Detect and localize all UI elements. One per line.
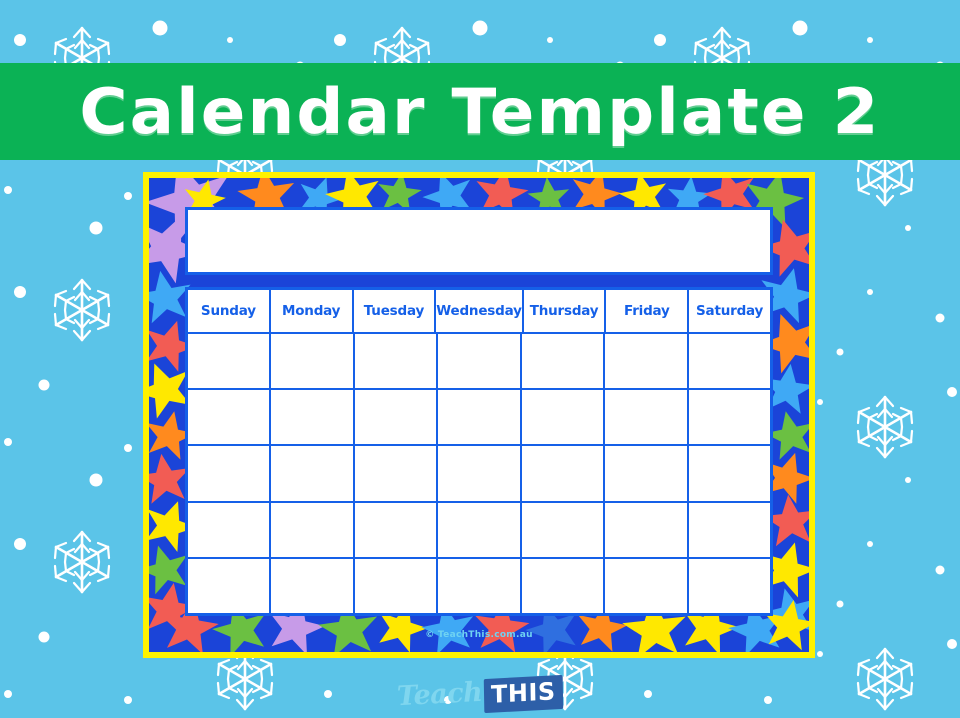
day-cell[interactable] [354, 558, 439, 614]
week-row [188, 334, 770, 391]
day-header-wednesday: Wednesday [436, 290, 524, 332]
day-header-label: Saturday [696, 303, 764, 319]
day-header-label: Monday [282, 303, 341, 319]
day-cell[interactable] [188, 334, 272, 389]
week-row [188, 558, 770, 614]
day-cell[interactable] [354, 446, 439, 501]
day-cell[interactable] [521, 390, 606, 445]
day-cell[interactable] [188, 558, 272, 614]
day-cell[interactable] [354, 502, 439, 557]
day-cell[interactable] [605, 390, 689, 445]
day-header-thursday: Thursday [523, 290, 607, 332]
day-cell[interactable] [271, 558, 355, 614]
day-cell[interactable] [438, 334, 522, 389]
calendar-star-border: Sunday Monday Tuesday Wednesday Thursday [149, 178, 809, 652]
title-gap-strip [185, 275, 773, 287]
day-cell[interactable] [688, 334, 770, 389]
day-cell[interactable] [438, 390, 522, 445]
day-header-label: Thursday [529, 303, 599, 319]
day-cell[interactable] [354, 390, 439, 445]
day-cell[interactable] [438, 558, 522, 614]
day-cell[interactable] [605, 558, 689, 614]
week-row [188, 390, 770, 447]
day-cell[interactable] [438, 446, 522, 501]
day-cell[interactable] [521, 558, 606, 614]
logo-word-teach: Teach [396, 676, 484, 712]
page-root: Calendar Template 2 Sunday Monday Tuesda… [0, 0, 960, 718]
page-title: Calendar Template 2 [79, 74, 881, 148]
day-header-label: Wednesday [436, 303, 522, 319]
day-header-monday: Monday [270, 290, 354, 332]
day-header-label: Sunday [200, 303, 256, 319]
month-title-field[interactable] [185, 207, 773, 275]
day-cell[interactable] [605, 334, 689, 389]
day-cell[interactable] [188, 502, 272, 557]
day-header-tuesday: Tuesday [353, 290, 437, 332]
day-header-label: Friday [624, 303, 670, 319]
day-cell[interactable] [188, 390, 272, 445]
day-cell[interactable] [688, 446, 770, 501]
calendar-frame: Sunday Monday Tuesday Wednesday Thursday [143, 172, 815, 658]
day-cell[interactable] [688, 502, 770, 557]
day-header-sunday: Sunday [188, 290, 271, 332]
calendar-grid: Sunday Monday Tuesday Wednesday Thursday [185, 287, 773, 616]
day-cell[interactable] [688, 558, 770, 614]
day-cell[interactable] [438, 502, 522, 557]
logo-word-this: THIS [491, 677, 557, 709]
day-cell[interactable] [354, 334, 439, 389]
day-cell[interactable] [271, 334, 355, 389]
day-header-friday: Friday [606, 290, 690, 332]
day-cell[interactable] [521, 502, 606, 557]
week-row [188, 446, 770, 503]
day-cell[interactable] [188, 446, 272, 501]
day-cell[interactable] [521, 334, 606, 389]
day-header-row: Sunday Monday Tuesday Wednesday Thursday [188, 290, 770, 334]
day-cell[interactable] [271, 502, 355, 557]
teachthis-logo: Teach THIS [0, 672, 960, 716]
day-cell[interactable] [271, 446, 355, 501]
week-row [188, 502, 770, 559]
logo-this-box: THIS [484, 674, 564, 714]
day-cell[interactable] [605, 446, 689, 501]
day-cell[interactable] [605, 502, 689, 557]
title-banner: Calendar Template 2 [0, 63, 960, 160]
day-header-label: Tuesday [363, 303, 425, 319]
day-header-saturday: Saturday [689, 290, 770, 332]
day-cell[interactable] [521, 446, 606, 501]
copyright-notice: © TeachThis.com.au [425, 630, 533, 640]
calendar-inner: Sunday Monday Tuesday Wednesday Thursday [185, 207, 773, 616]
day-cell[interactable] [271, 390, 355, 445]
day-cell[interactable] [688, 390, 770, 445]
